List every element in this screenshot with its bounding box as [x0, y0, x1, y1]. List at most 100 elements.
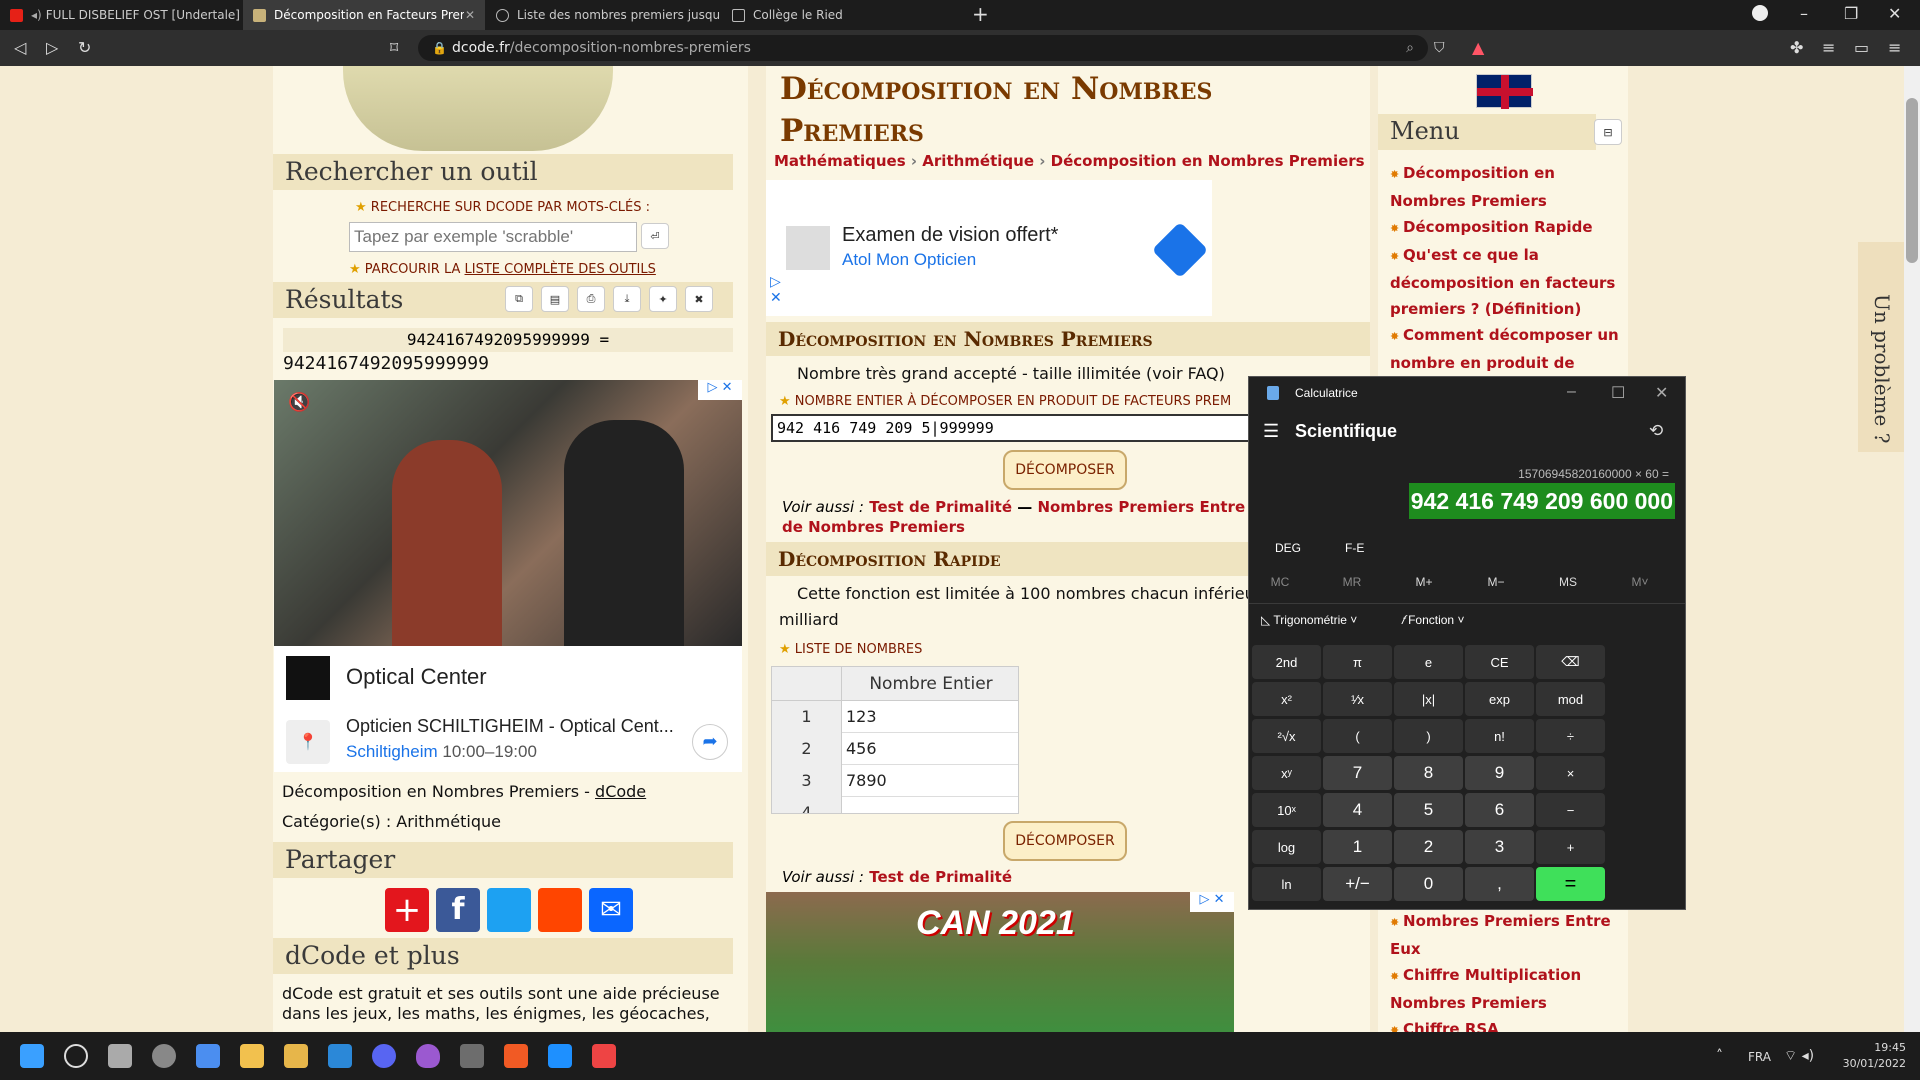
calc-key[interactable]: × [1536, 756, 1605, 790]
clock[interactable]: 19:45 30/01/2022 [1826, 1040, 1906, 1072]
calc-key[interactable]: 3 [1465, 830, 1534, 864]
vscode-icon[interactable] [328, 1044, 352, 1068]
tab-college[interactable]: Collège le Ried [722, 0, 957, 30]
menu-item[interactable]: ✸ Nombres Premiers Entre Eux [1390, 908, 1620, 962]
calc-key[interactable]: mod [1536, 682, 1605, 716]
ad-banner[interactable]: Examen de vision offert* Atol Mon Optici… [766, 180, 1212, 316]
calc-key[interactable]: 7 [1323, 756, 1392, 790]
fe-button[interactable]: F-E [1345, 541, 1364, 555]
problem-tab[interactable]: Un problème ? [1858, 242, 1904, 452]
muted-speaker-icon[interactable]: 🔇 [288, 392, 310, 413]
prime-numbers-link[interactable]: de Nombres Premiers [782, 518, 965, 536]
menu-item[interactable]: ✸ Chiffre RSA [1390, 1016, 1620, 1032]
discord-icon[interactable] [372, 1044, 396, 1068]
calc-key[interactable]: n! [1465, 719, 1534, 753]
calc-minimize-icon[interactable]: – [1567, 383, 1576, 401]
playlist-icon[interactable]: ≡ [1822, 38, 1835, 58]
extensions-icon[interactable]: ✤ [1790, 38, 1803, 58]
layers-app-icon[interactable] [284, 1044, 308, 1068]
reddit-icon[interactable] [538, 888, 582, 932]
menu-item[interactable]: ✸ Décomposition Rapide [1390, 214, 1620, 242]
menu-item[interactable]: ✸ Qu'est ce que la décomposition en fact… [1390, 242, 1620, 322]
directions-icon[interactable]: ➦ [692, 724, 728, 760]
twitter-icon[interactable] [487, 888, 531, 932]
snip-app-icon[interactable] [592, 1044, 616, 1068]
share-plus-icon[interactable]: + [385, 888, 429, 932]
memory-button[interactable]: MS [1551, 575, 1585, 589]
calc-key[interactable]: 2 [1394, 830, 1463, 864]
calc-key[interactable]: 8 [1394, 756, 1463, 790]
new-tab-button[interactable]: + [972, 4, 989, 24]
ad-close-icon[interactable]: ▷ ✕ [698, 380, 742, 400]
task-view-icon[interactable] [108, 1044, 132, 1068]
tab-dcode[interactable]: Décomposition en Facteurs Prem ✕ [243, 0, 485, 30]
calc-key[interactable]: 4 [1323, 793, 1392, 827]
download-icon[interactable]: ⤓ [613, 286, 641, 312]
adchoices-icon[interactable]: ▷ ✕ [770, 274, 782, 306]
zoom-icon[interactable]: ⌕ [1406, 40, 1414, 56]
droplet-app-icon[interactable] [416, 1044, 440, 1068]
table-row[interactable]: 2 456 [772, 733, 1018, 765]
decompose-button[interactable]: DÉCOMPOSER [1003, 450, 1127, 490]
calc-maximize-icon[interactable]: ☐ [1611, 383, 1625, 403]
calc-key[interactable]: x² [1252, 682, 1321, 716]
table-row[interactable]: 1 123 [772, 701, 1018, 733]
breadcrumb-math[interactable]: Mathématiques [774, 152, 906, 170]
calc-key[interactable]: ) [1394, 719, 1463, 753]
history-icon[interactable]: ⟲ [1649, 421, 1663, 441]
search-input[interactable] [349, 222, 637, 252]
copy-icon[interactable]: ⧉ [505, 286, 533, 312]
calc-key[interactable]: CE [1465, 645, 1534, 679]
calc-nav-icon[interactable]: ☰ [1263, 421, 1279, 442]
calc-key[interactable]: ¹⁄x [1323, 682, 1392, 716]
memory-button[interactable]: M− [1479, 575, 1513, 589]
calc-key[interactable]: 1 [1323, 830, 1392, 864]
calc-key[interactable]: 10ˣ [1252, 793, 1321, 827]
ad-card[interactable]: Optical Center 📍 Opticien SCHILTIGHEIM -… [274, 646, 742, 772]
email-icon[interactable]: ✉ [589, 888, 633, 932]
forward-icon[interactable]: ▷ [46, 38, 58, 58]
calc-key[interactable]: xʸ [1252, 756, 1321, 790]
tab-primes-list[interactable]: Liste des nombres premiers jusqu'à 10 [486, 0, 721, 30]
wifi-icon[interactable]: ⌔ ◂) [1784, 1047, 1814, 1065]
primality-link-2[interactable]: Test de Primalité [869, 868, 1012, 886]
numbers-table[interactable]: Nombre Entier 1 123 2 456 3 7890 4 [771, 666, 1019, 814]
trig-dropdown[interactable]: ◺ Trigonométrie ˅ [1261, 613, 1357, 627]
deg-button[interactable]: DEG [1275, 541, 1301, 555]
search-submit-button[interactable]: ⏎ [641, 223, 669, 249]
store-icon[interactable] [196, 1044, 220, 1068]
brave-shield-icon[interactable]: ⛉ [1434, 38, 1445, 58]
language-indicator[interactable]: FRA [1748, 1050, 1771, 1064]
ad-arrow-icon[interactable] [1151, 221, 1209, 279]
wallet-icon[interactable]: ▭ [1854, 38, 1869, 58]
calc-key[interactable]: +/− [1323, 867, 1392, 901]
table-row[interactable]: 4 [772, 797, 1018, 813]
calc-key[interactable]: , [1465, 867, 1534, 901]
calc-key[interactable]: + [1536, 830, 1605, 864]
close-tab-icon[interactable]: ✕ [465, 8, 475, 22]
media-icon[interactable] [1752, 5, 1768, 21]
scrollbar-thumb[interactable] [1906, 98, 1918, 263]
restore-icon[interactable]: ❐ [1844, 4, 1858, 24]
video-ad[interactable]: 🔇 ▷ ✕ [274, 380, 742, 646]
close-window-icon[interactable]: ✕ [1888, 4, 1901, 24]
search-icon[interactable] [64, 1044, 88, 1068]
close-results-icon[interactable]: ✖ [685, 286, 713, 312]
memory-button[interactable]: MR [1335, 575, 1369, 589]
browse-all-tools-link[interactable]: LISTE COMPLÈTE DES OUTILS [465, 262, 656, 277]
row-value[interactable]: 456 [846, 733, 877, 765]
print-icon[interactable]: ⎙ [577, 286, 605, 312]
calc-key[interactable]: 5 [1394, 793, 1463, 827]
calc-key[interactable]: exp [1465, 682, 1534, 716]
menu-toggle-icon[interactable]: ⊟ [1594, 119, 1622, 145]
calc-key[interactable]: 9 [1465, 756, 1534, 790]
pin-icon[interactable]: ✦ [649, 286, 677, 312]
calc-key[interactable]: e [1394, 645, 1463, 679]
brave-icon[interactable] [504, 1044, 528, 1068]
calc-key[interactable]: 0 [1394, 867, 1463, 901]
calc-key[interactable]: − [1536, 793, 1605, 827]
calc-key[interactable]: = [1536, 867, 1605, 901]
url-field[interactable]: 🔒 dcode.fr/decomposition-nombres-premier… [418, 35, 1428, 61]
file-explorer-icon[interactable] [240, 1044, 264, 1068]
calculator-taskbar-icon[interactable] [460, 1044, 484, 1068]
